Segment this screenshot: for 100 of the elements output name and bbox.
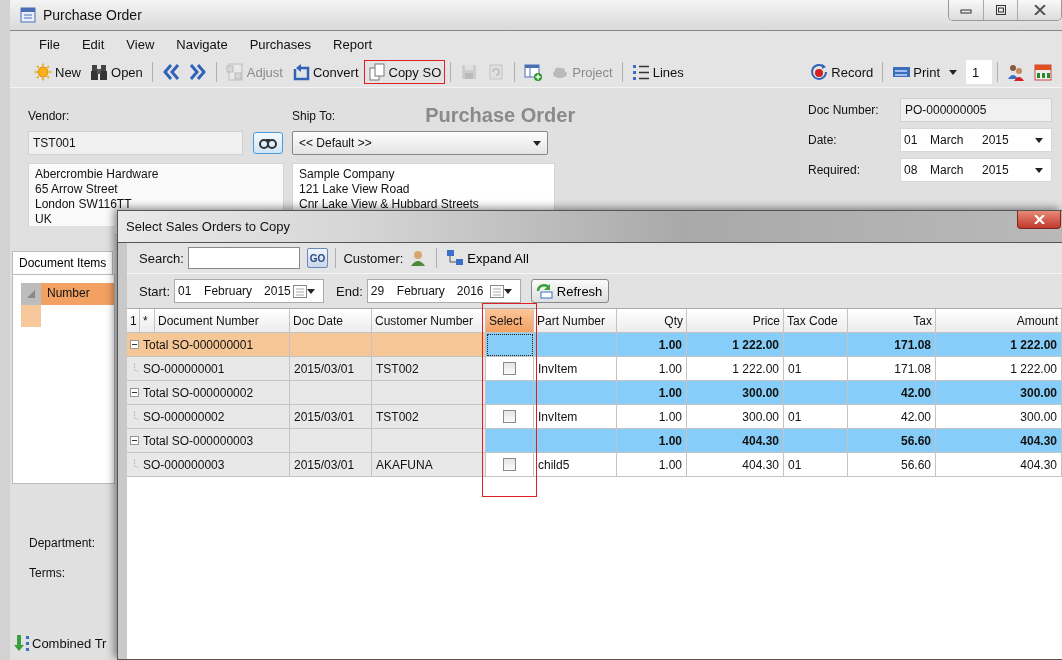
- date-picker[interactable]: 29 February 2016: [366, 279, 521, 303]
- field-label: Required:: [808, 163, 862, 177]
- column-header[interactable]: Price: [687, 309, 784, 333]
- checkbox[interactable]: [503, 458, 516, 471]
- doc-number-field[interactable]: PO-000000005: [900, 98, 1052, 122]
- table-cell: 171.08: [848, 333, 936, 357]
- column-header[interactable]: Part Number: [534, 309, 617, 333]
- address-line: 121 Lake View Road: [299, 182, 410, 197]
- column-header[interactable]: Select: [486, 309, 534, 333]
- checkbox[interactable]: [503, 362, 516, 375]
- document-icon: [487, 63, 506, 81]
- dropdown-caret-icon: [307, 288, 316, 294]
- table-cell: 404.30: [936, 453, 1062, 477]
- toolbar-button[interactable]: Record: [806, 60, 878, 84]
- toolbar-button[interactable]: Lines: [627, 60, 688, 84]
- table-cell: 1 222.00: [687, 333, 784, 357]
- table-cell: 300.00: [687, 405, 784, 429]
- table-cell: 1 222.00: [936, 333, 1062, 357]
- collapse-icon[interactable]: [130, 340, 139, 349]
- table-cell: 56.60: [848, 453, 936, 477]
- column-header[interactable]: Number: [41, 283, 114, 305]
- calendar-icon: [1034, 63, 1052, 81]
- menu-item[interactable]: Report: [322, 36, 384, 52]
- search-field[interactable]: [187, 247, 300, 269]
- row-title: Total SO-000000001: [143, 337, 254, 352]
- column-header[interactable]: Qty: [617, 309, 687, 333]
- date-picker[interactable]: 01 March 2015: [900, 128, 1052, 152]
- row-title: SO-000000002: [143, 409, 225, 424]
- pages-icon: [367, 63, 386, 81]
- table-cell: 1.00: [617, 381, 687, 405]
- person-icon: [409, 249, 428, 267]
- checkbox[interactable]: [503, 410, 516, 423]
- table-cell: 42.00: [848, 381, 936, 405]
- row-title: SO-000000003: [143, 457, 225, 472]
- table-cell: 2015/03/01: [290, 405, 372, 429]
- toolbar-button[interactable]: New: [30, 60, 85, 84]
- close-button[interactable]: [1017, 0, 1061, 20]
- column-header[interactable]: 1: [127, 309, 140, 333]
- section-button[interactable]: Combined Tr: [32, 635, 107, 651]
- toolbar-button[interactable]: Open: [86, 60, 147, 84]
- dropdown-caret-icon: [949, 69, 957, 75]
- row-title: Total SO-000000003: [143, 433, 254, 448]
- ship-to-dropdown[interactable]: << Default >>: [292, 131, 548, 155]
- toolbar-button[interactable]: Convert: [287, 60, 363, 84]
- date-picker[interactable]: 01 February 2015: [174, 279, 325, 303]
- row-header-cell[interactable]: [21, 305, 41, 327]
- address-line: UK: [35, 212, 52, 227]
- toolbar-button[interactable]: Copy SO: [363, 60, 446, 84]
- list-icon: [631, 63, 650, 81]
- calendar-icon: [489, 284, 504, 298]
- table-cell: 2015/03/01: [290, 357, 372, 381]
- date-picker[interactable]: 08 March 2015: [900, 158, 1052, 182]
- menu-item[interactable]: Edit: [70, 36, 116, 52]
- table-cell: 01: [784, 357, 848, 381]
- table-cell: 404.30: [687, 429, 784, 453]
- table-cell: child5: [534, 453, 617, 477]
- dialog-title: Select Sales Orders to Copy: [126, 219, 291, 234]
- table-cell: 300.00: [936, 381, 1062, 405]
- column-header[interactable]: Amount: [936, 309, 1062, 333]
- table-cell: 1 222.00: [936, 357, 1062, 381]
- table-cell: [784, 429, 848, 453]
- table-cell: 1.00: [617, 429, 687, 453]
- menu-item[interactable]: Navigate: [165, 36, 239, 52]
- menu-item[interactable]: Purchases: [238, 36, 323, 52]
- column-header[interactable]: Tax Code: [784, 309, 848, 333]
- column-header[interactable]: Customer Number: [372, 309, 486, 333]
- vendor-field[interactable]: TST001: [28, 131, 243, 155]
- address-line: London SW116TT: [35, 197, 132, 212]
- column-header[interactable]: Doc Date: [290, 309, 372, 333]
- field-label: Date:: [808, 133, 838, 147]
- address-line: Sample Company: [299, 167, 395, 182]
- lookup-button[interactable]: [253, 132, 283, 154]
- letters-icon: [225, 63, 244, 81]
- column-header[interactable]: Tax: [848, 309, 936, 333]
- table-cell: 1 222.00: [687, 357, 784, 381]
- table-cell: 1.00: [617, 405, 687, 429]
- table-cell: 300.00: [936, 405, 1062, 429]
- collapse-icon[interactable]: [130, 388, 139, 397]
- table-cell: 2015/03/01: [290, 453, 372, 477]
- collapse-icon[interactable]: [130, 436, 139, 445]
- tab[interactable]: Document Items: [12, 251, 114, 274]
- column-header[interactable]: *: [140, 309, 155, 333]
- refresh-button[interactable]: Refresh: [530, 279, 610, 303]
- field-label: Doc Number:: [808, 103, 880, 117]
- copies-field[interactable]: 1: [966, 60, 992, 84]
- menu-item[interactable]: File: [28, 36, 71, 52]
- maximize-button[interactable]: [983, 0, 1017, 20]
- column-header[interactable]: Document Number: [155, 309, 290, 333]
- expand-all-button[interactable]: Expand All: [444, 249, 531, 267]
- close-button[interactable]: [1017, 211, 1061, 229]
- toolbar-button[interactable]: Print: [888, 60, 961, 84]
- menu-item[interactable]: View: [115, 36, 166, 52]
- row-title: SO-000000001: [143, 361, 225, 376]
- field-label: Customer:: [343, 250, 404, 266]
- field-label: Ship To:: [292, 109, 336, 123]
- binoculars-icon: [259, 137, 277, 149]
- form-heading: Purchase Order: [425, 104, 576, 127]
- go-button[interactable]: GO: [306, 248, 329, 268]
- refresh-icon: [534, 283, 553, 299]
- address-line: Abercrombie Hardware: [35, 167, 159, 182]
